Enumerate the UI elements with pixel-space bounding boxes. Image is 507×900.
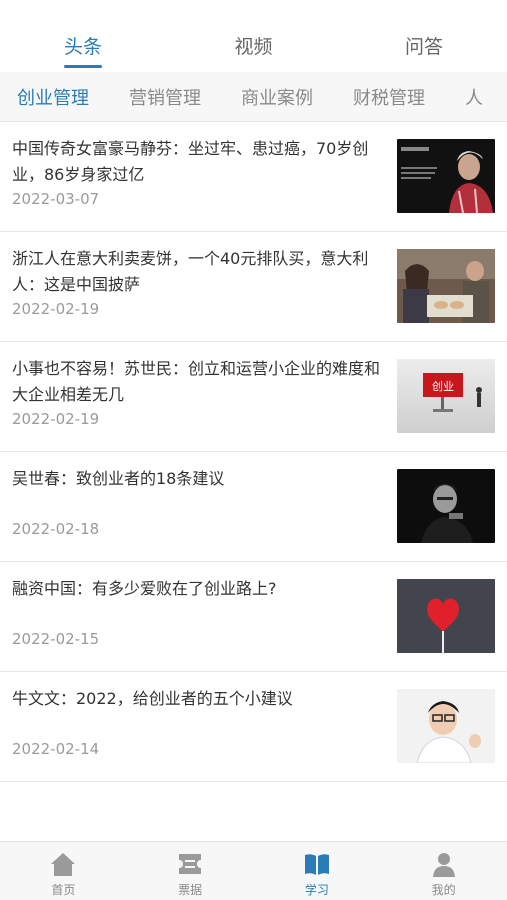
article-title: 小事也不容易！苏世民：创立和运营小企业的难度和大企业相差无几	[12, 359, 381, 404]
article-title: 牛文文：2022，给创业者的五个小建议	[12, 689, 293, 708]
nav-home[interactable]: 首页	[13, 850, 113, 898]
nav-label: 首页	[51, 883, 76, 897]
tab-qa[interactable]: 问答	[405, 36, 443, 58]
article-thumbnail[interactable]	[397, 139, 495, 213]
article-thumbnail[interactable]: 创业	[397, 359, 495, 433]
article-row[interactable]: 浙江人在意大利卖麦饼，一个40元排队买，意大利人：这是中国披萨 2022-02-…	[0, 232, 507, 342]
article-thumbnail[interactable]	[397, 469, 495, 543]
article-row[interactable]: 牛文文：2022，给创业者的五个小建议 2022-02-14	[0, 672, 507, 782]
article-date: 2022-02-14	[12, 740, 100, 758]
article-thumbnail[interactable]	[397, 249, 495, 323]
app-screen: 头条 视频 问答 创业管理 营销管理 商业案例 财税管理 人 中国传奇女富豪马静…	[0, 0, 507, 900]
people-at-table-image	[397, 249, 495, 323]
nav-profile[interactable]: 我的	[394, 850, 494, 898]
article-title: 融资中国：有多少爱败在了创业路上?	[12, 579, 277, 598]
man-with-glasses-image	[397, 689, 495, 763]
article-date: 2022-02-15	[12, 630, 100, 648]
home-icon	[51, 853, 76, 876]
article-title: 浙江人在意大利卖麦饼，一个40元排队买，意大利人：这是中国披萨	[12, 249, 369, 294]
startup-sign-image: 创业	[397, 359, 495, 433]
article-thumbnail[interactable]	[397, 689, 495, 763]
category-marketing-management[interactable]: 营销管理	[129, 84, 201, 110]
article-row[interactable]: 中国传奇女富豪马静芬：坐过牢、患过癌，70岁创业，86岁身家过亿 2022-03…	[0, 122, 507, 232]
elderly-woman-portrait-image	[397, 139, 495, 213]
book-icon	[304, 854, 329, 875]
tab-video[interactable]: 视频	[234, 36, 272, 58]
man-portrait-dark-image	[397, 469, 495, 543]
article-row[interactable]: 融资中国：有多少爱败在了创业路上? 2022-02-15	[0, 562, 507, 672]
article-date: 2022-02-19	[12, 410, 100, 428]
nav-label: 学习	[304, 883, 329, 897]
svg-text:创业: 创业	[432, 380, 454, 393]
user-icon	[432, 853, 455, 877]
ticket-icon	[179, 854, 202, 874]
tab-headlines[interactable]: 头条	[64, 36, 103, 68]
category-bar[interactable]: 创业管理 营销管理 商业案例 财税管理 人	[0, 72, 507, 122]
article-list: 中国传奇女富豪马静芬：坐过牢、患过癌，70岁创业，86岁身家过亿 2022-03…	[0, 122, 507, 782]
nav-study[interactable]: 学习	[267, 850, 367, 898]
nav-ticket[interactable]: 票据	[140, 850, 240, 898]
category-partial[interactable]: 人	[465, 84, 483, 110]
nav-label: 票据	[178, 883, 203, 897]
category-finance-tax[interactable]: 财税管理	[353, 84, 425, 110]
category-business-cases[interactable]: 商业案例	[241, 84, 313, 110]
top-tab-bar: 头条 视频 问答	[0, 0, 507, 72]
article-title: 中国传奇女富豪马静芬：坐过牢、患过癌，70岁创业，86岁身家过亿	[12, 139, 369, 184]
bottom-nav: 首页 票据 学习 我的	[0, 841, 507, 900]
article-date: 2022-02-18	[12, 520, 100, 538]
article-title: 吴世春：致创业者的18条建议	[12, 469, 225, 488]
category-startup-management[interactable]: 创业管理	[17, 84, 89, 110]
red-heart-lollipop-image	[397, 579, 495, 653]
article-thumbnail[interactable]	[397, 579, 495, 653]
article-row[interactable]: 吴世春：致创业者的18条建议 2022-02-18	[0, 452, 507, 562]
nav-label: 我的	[431, 883, 456, 897]
article-row[interactable]: 小事也不容易！苏世民：创立和运营小企业的难度和大企业相差无几 2022-02-1…	[0, 342, 507, 452]
article-date: 2022-03-07	[12, 190, 100, 208]
article-date: 2022-02-19	[12, 300, 100, 318]
